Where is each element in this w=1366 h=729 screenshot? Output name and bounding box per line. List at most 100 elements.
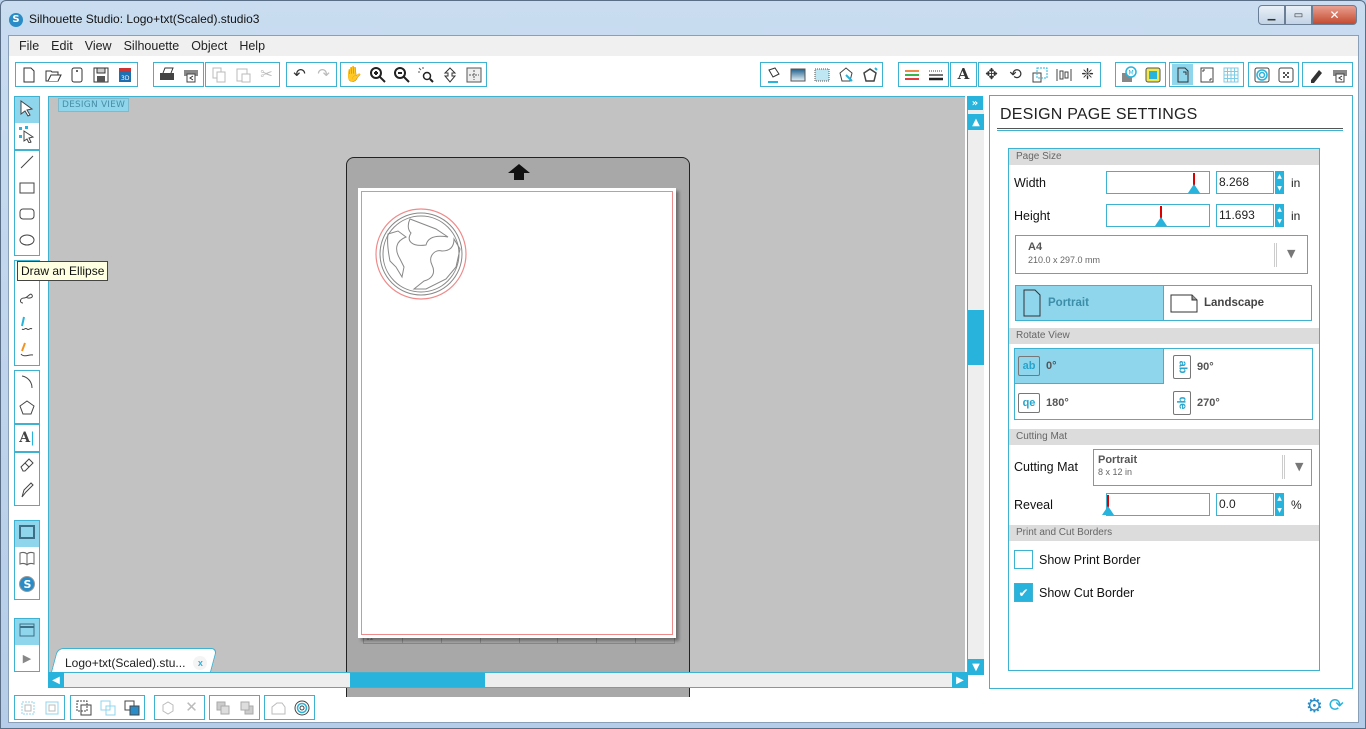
offset-icon[interactable] [1142,64,1163,85]
freehand-tool[interactable] [15,313,39,339]
edit-points-tool[interactable] [15,123,39,149]
fill-color-icon[interactable] [763,64,784,85]
design-view[interactable] [15,521,39,547]
redo-icon[interactable]: ↷ [313,64,334,85]
height-spinner[interactable]: ▲ ▼ [1275,204,1284,227]
send-to-cutter-icon[interactable] [180,64,201,85]
width-spinner[interactable]: ▲ ▼ [1275,171,1284,194]
send-panel[interactable] [15,619,39,645]
reveal-spinner[interactable]: ▲ ▼ [1275,493,1284,516]
show-cut-border-checkbox[interactable]: ✔ [1014,583,1033,602]
menu-help[interactable]: Help [233,39,271,53]
arc-tool[interactable] [15,371,39,397]
align-icon[interactable] [1053,64,1074,85]
paste-icon[interactable] [232,64,253,85]
line-color-icon[interactable] [835,64,856,85]
open-template-icon[interactable] [66,64,87,85]
weld-icon[interactable] [157,697,178,718]
line-style-icon[interactable] [859,64,880,85]
offset-rings-icon[interactable] [291,697,312,718]
replicate-icon[interactable]: ❈ [1077,64,1098,85]
line-tool[interactable] [15,151,39,177]
show-print-border-checkbox[interactable] [1014,550,1033,569]
show-cut-border-row[interactable]: ✔ Show Cut Border [1014,583,1134,602]
undo-icon[interactable]: ↶ [289,64,310,85]
design-canvas[interactable]: DESIGN VIEW 12 [48,96,965,697]
menu-file[interactable]: File [13,39,45,53]
group-icon[interactable] [17,697,38,718]
portrait-button[interactable]: Portrait [1016,286,1164,320]
smooth-freehand-tool[interactable] [15,339,39,365]
menu-silhouette[interactable]: Silhouette [118,39,186,53]
trace-icon[interactable] [1251,64,1272,85]
width-slider[interactable] [1106,171,1210,194]
fit-to-page-icon[interactable] [463,64,484,85]
knife-tool[interactable] [15,479,39,505]
rectangle-tool[interactable] [15,177,39,203]
merge-icon[interactable] [121,697,142,718]
fill-gradient-icon[interactable] [787,64,808,85]
minimize-button[interactable]: ▁ [1258,5,1285,25]
height-slider-thumb[interactable] [1155,217,1168,226]
eraser-tool[interactable] [15,453,39,479]
line-color-panel-icon[interactable] [901,64,922,85]
rotate-270-button[interactable]: qe 270° [1170,385,1319,420]
rounded-rectangle-tool[interactable] [15,203,39,229]
expand-button[interactable]: ▶ [15,645,39,671]
page-settings-icon[interactable] [1172,64,1193,85]
logo-shape[interactable] [374,207,468,301]
transform-icon[interactable]: ✥ [981,64,1002,85]
horizontal-scroll-thumb[interactable] [350,673,486,687]
shape-icon[interactable] [267,697,288,718]
sketch-icon[interactable] [1305,64,1326,85]
line-style-panel-icon[interactable] [925,64,946,85]
zoom-in-icon[interactable] [367,64,388,85]
show-print-border-row[interactable]: Show Print Border [1014,550,1140,569]
reveal-input[interactable]: 0.0 [1216,493,1274,516]
menu-object[interactable]: Object [185,39,233,53]
save-to-library-icon[interactable]: 3D [114,64,135,85]
design-page[interactable] [358,188,676,638]
maximize-button[interactable]: ▭ [1285,5,1312,25]
height-slider[interactable] [1106,204,1210,227]
close-button[interactable]: ✕ [1312,5,1357,25]
modify-icon[interactable]: M [1118,64,1139,85]
scale-icon[interactable] [1029,64,1050,85]
pixscan-icon[interactable] [1275,64,1296,85]
reveal-slider[interactable] [1102,493,1210,516]
ellipse-tool[interactable] [15,229,39,255]
zoom-selected-icon[interactable] [415,64,436,85]
rotate-180-button[interactable]: qe 180° [1015,385,1164,420]
select-tool[interactable] [15,97,39,123]
rotate-0-button[interactable]: ab 0° [1015,349,1164,384]
new-document-icon[interactable] [18,64,39,85]
scroll-right-button[interactable]: ▶ [952,672,968,688]
preferences-gear-icon[interactable]: ⚙ [1306,697,1323,716]
pan-hand-icon[interactable]: ✋ [343,64,364,85]
library[interactable] [15,547,39,573]
make-compound-icon[interactable] [73,697,94,718]
print-icon[interactable] [156,64,177,85]
release-compound-icon[interactable] [97,697,118,718]
curve-tool[interactable] [15,287,39,313]
fill-pattern-icon[interactable] [811,64,832,85]
landscape-button[interactable]: Landscape [1164,286,1311,320]
send-backward-icon[interactable] [236,697,257,718]
text-tool[interactable]: A| [15,425,39,451]
horizontal-scrollbar[interactable]: ◀ ▶ [48,672,968,688]
scroll-left-button[interactable]: ◀ [48,672,64,688]
ungroup-icon[interactable] [41,697,62,718]
vertical-scroll-thumb[interactable] [968,309,984,365]
vertical-scrollbar[interactable]: ▲ ▼ [967,96,984,675]
grid-settings-icon[interactable] [1220,64,1241,85]
regular-polygon-tool[interactable] [15,397,39,423]
open-folder-icon[interactable] [42,64,63,85]
cut-icon[interactable]: ✂ [256,64,277,85]
registration-marks-icon[interactable] [1196,64,1217,85]
document-tab-content[interactable]: Logo+txt(Scaled).stu... x [65,653,208,673]
save-icon[interactable] [90,64,111,85]
delete-icon[interactable]: ✕ [181,697,202,718]
menu-view[interactable]: View [79,39,118,53]
reveal-slider-thumb[interactable] [1102,506,1114,515]
zoom-drag-icon[interactable] [439,64,460,85]
